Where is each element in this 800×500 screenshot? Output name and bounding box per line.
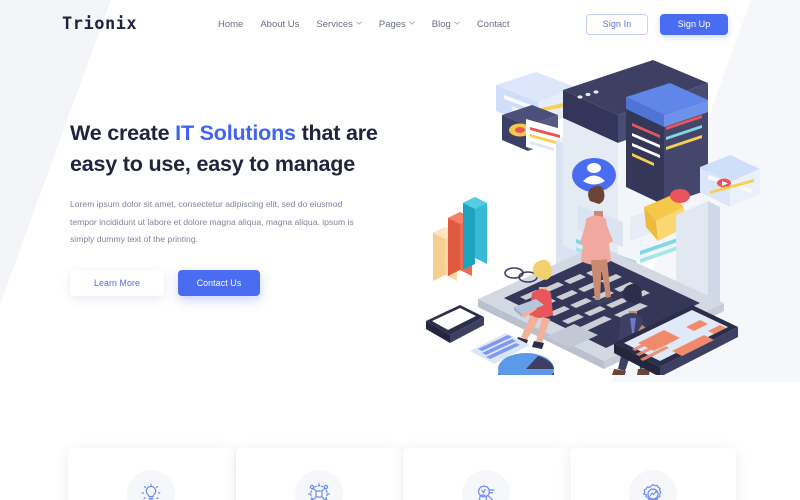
main-navigation: Home About Us Services Pages Blog Contac… — [218, 19, 510, 30]
auth-buttons: Sign In Sign Up — [586, 13, 728, 35]
chevron-down-icon — [356, 20, 362, 26]
features-section — [0, 440, 800, 500]
network-chip-icon — [295, 470, 343, 500]
nav-item-label: Contact — [476, 18, 510, 30]
hero-illustration — [408, 55, 788, 375]
nav-item-home[interactable]: Home — [218, 19, 243, 30]
illustration-bar-chart — [433, 197, 487, 281]
chevron-down-icon — [454, 20, 460, 26]
hero-title-line2: easy to use, easy to manage — [70, 152, 355, 176]
contact-us-button[interactable]: Contact Us — [178, 269, 260, 296]
hero-title: We create IT Solutions that are easy to … — [70, 118, 390, 180]
nav-item-label: Blog — [431, 18, 451, 30]
illustration-phone — [426, 305, 484, 343]
gear-growth-icon — [629, 470, 677, 500]
hero-title-accent: IT Solutions — [175, 121, 296, 145]
landing-page: Trionix Home About Us Services Pages Blo… — [0, 0, 800, 500]
sign-in-button[interactable]: Sign In — [586, 13, 648, 35]
nav-item-services[interactable]: Services — [316, 18, 362, 30]
nav-item-label: About Us — [260, 18, 300, 30]
hero-cta-group: Learn More Contact Us — [70, 269, 390, 296]
lightbulb-idea-icon — [127, 470, 175, 500]
feature-card-seo[interactable] — [403, 448, 569, 500]
chevron-down-icon — [409, 20, 415, 26]
learn-more-button[interactable]: Learn More — [70, 269, 164, 296]
hero-content: We create IT Solutions that are easy to … — [70, 118, 390, 296]
illustration-card-video — [700, 155, 760, 207]
seo-search-icon — [462, 470, 510, 500]
sign-up-button[interactable]: Sign Up — [660, 13, 728, 35]
nav-item-label: Services — [316, 18, 353, 30]
hero-title-part1: We create — [70, 121, 176, 145]
feature-card-network[interactable] — [236, 448, 402, 500]
nav-item-contact[interactable]: Contact — [477, 19, 510, 30]
site-header: Trionix Home About Us Services Pages Blo… — [0, 0, 800, 48]
nav-item-blog[interactable]: Blog — [432, 19, 460, 30]
hero-title-part2: that are — [295, 121, 378, 145]
nav-item-label: Home — [218, 18, 244, 30]
feature-card-growth[interactable] — [570, 448, 736, 500]
nav-item-label: Pages — [378, 18, 406, 30]
hero-paragraph: Lorem ipsum dolor sit amet, consectetur … — [70, 199, 354, 244]
brand-logo[interactable]: Trionix — [62, 14, 137, 34]
illustration-card-dark-right — [626, 83, 708, 205]
nav-item-pages[interactable]: Pages — [379, 19, 415, 30]
nav-item-about-us[interactable]: About Us — [260, 19, 299, 30]
feature-card-idea[interactable] — [68, 448, 234, 500]
